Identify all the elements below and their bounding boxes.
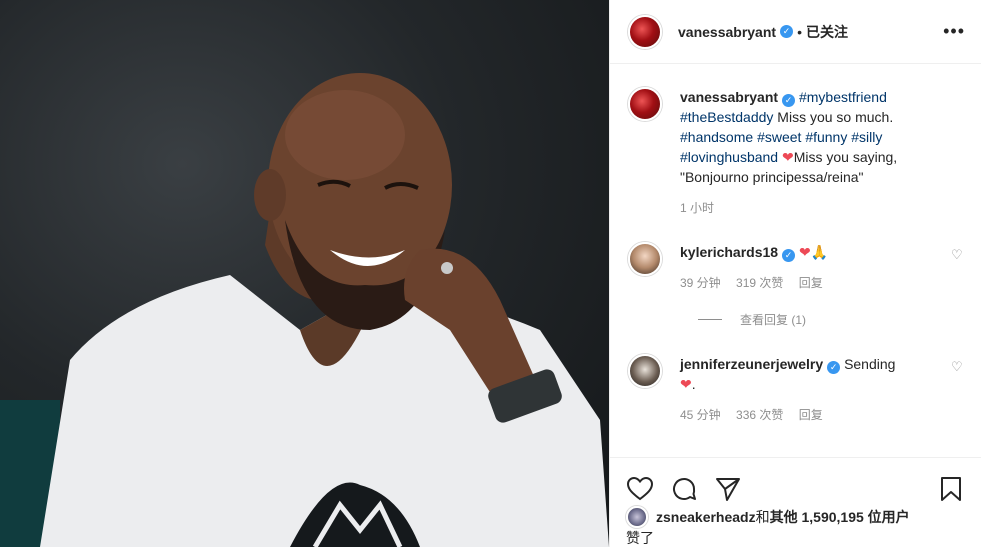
comment-body: Sending [844, 356, 896, 372]
photo-illustration [40, 73, 609, 547]
hashtag-link[interactable]: #lovinghusband [680, 149, 778, 165]
red-heart-emoji-icon: ❤ [680, 376, 692, 392]
commenter-avatar[interactable] [628, 354, 662, 388]
comment-text: jenniferzeunerjewelry ✓ Sending ❤. [680, 354, 951, 394]
comments-list[interactable]: vanessabryant ✓ #mybestfriend #theBestdad… [610, 65, 981, 456]
share-paper-plane-icon[interactable] [714, 475, 742, 503]
post-panel: vanessabryant ✓ • 已关注 ••• vanessabryant ✓… [609, 0, 981, 547]
reply-button[interactable]: 回复 [799, 276, 823, 290]
likes-liked-text: 赞了 [626, 530, 654, 546]
hashtag-link[interactable]: #funny [805, 129, 847, 145]
comment-time[interactable]: 45 分钟 [680, 408, 721, 422]
caption-text-part: "Bonjourno principessa/reina" [680, 169, 864, 185]
comment-text: kylerichards18 ✓ ❤🙏 [680, 242, 951, 262]
caption-time[interactable]: 1 小时 [680, 201, 714, 215]
replies-divider-line [698, 319, 722, 320]
reply-button[interactable]: 回复 [799, 408, 823, 422]
author-avatar[interactable] [628, 14, 662, 49]
follow-status-button[interactable]: 已关注 [806, 22, 848, 42]
comment-item: jenniferzeunerjewelry ✓ Sending ❤. 45 分钟 … [628, 354, 965, 423]
like-comment-heart-icon[interactable]: ♡ [951, 360, 965, 374]
caption-username[interactable]: vanessabryant [680, 89, 778, 105]
like-comment-heart-icon[interactable]: ♡ [951, 248, 965, 262]
hashtag-link[interactable]: #theBestdaddy [680, 109, 773, 125]
view-replies-button[interactable]: 查看回复 (1) [698, 311, 965, 328]
more-options-icon[interactable]: ••• [943, 21, 965, 42]
caption-meta: 1 小时 [680, 199, 965, 216]
verified-badge-icon: ✓ [827, 361, 841, 374]
author-username[interactable]: vanessabryant [678, 24, 776, 40]
commenter-username[interactable]: jenniferzeunerjewelry [680, 356, 823, 372]
comment-suffix: . [691, 376, 696, 392]
save-bookmark-icon[interactable] [937, 475, 965, 503]
liker-username[interactable]: zsneakerheadz [656, 507, 756, 527]
like-heart-icon[interactable] [626, 475, 654, 503]
caption-avatar[interactable] [628, 87, 662, 121]
commenter-avatar[interactable] [628, 242, 662, 276]
comment-likes[interactable]: 319 次赞 [736, 276, 783, 290]
caption-text-part: Miss you saying, [793, 149, 898, 165]
comment-item: kylerichards18 ✓ ❤🙏 39 分钟 319 次赞 回复 ♡ [628, 242, 965, 291]
comment-time[interactable]: 39 分钟 [680, 276, 721, 290]
red-heart-emoji-icon: ❤ [798, 244, 811, 260]
verified-badge-icon: ✓ [782, 94, 796, 107]
comment-likes[interactable]: 336 次赞 [736, 408, 783, 422]
comment-meta: 45 分钟 336 次赞 回复 [680, 406, 951, 423]
red-heart-emoji-icon: ❤ [781, 149, 794, 165]
likes-summary: zsneakerheadz 和 其他 1,590,195 位用户 赞了 [626, 506, 965, 547]
commenter-username[interactable]: kylerichards18 [680, 244, 778, 260]
likes-and-text: 和 [755, 509, 770, 525]
comment-meta: 39 分钟 319 次赞 回复 [680, 274, 951, 291]
pray-emoji-icon: 🙏 [810, 244, 829, 260]
separator-dot: • [797, 23, 802, 40]
hashtag-link[interactable]: #sweet [757, 129, 801, 145]
hashtag-link[interactable]: #silly [851, 129, 882, 145]
liker-avatar[interactable] [626, 506, 648, 528]
post-photo[interactable] [0, 0, 609, 547]
verified-badge-icon: ✓ [782, 249, 796, 262]
post-actions-bar [610, 457, 981, 507]
caption: vanessabryant ✓ #mybestfriend #theBestdad… [628, 87, 965, 216]
hashtag-link[interactable]: #handsome [680, 129, 753, 145]
view-replies-label: 查看回复 (1) [740, 313, 807, 327]
post-header: vanessabryant ✓ • 已关注 ••• [610, 0, 981, 64]
comment-bubble-icon[interactable] [670, 475, 698, 503]
author-info: vanessabryant ✓ • 已关注 [678, 22, 848, 42]
verified-badge-icon: ✓ [780, 25, 794, 38]
hashtag-link[interactable]: #mybestfriend [799, 89, 887, 105]
likes-others-count[interactable]: 其他 1,590,195 位用户 [770, 507, 910, 527]
caption-text: vanessabryant ✓ #mybestfriend #theBestdad… [680, 87, 965, 187]
caption-text-part: Miss you so much. [773, 109, 894, 125]
